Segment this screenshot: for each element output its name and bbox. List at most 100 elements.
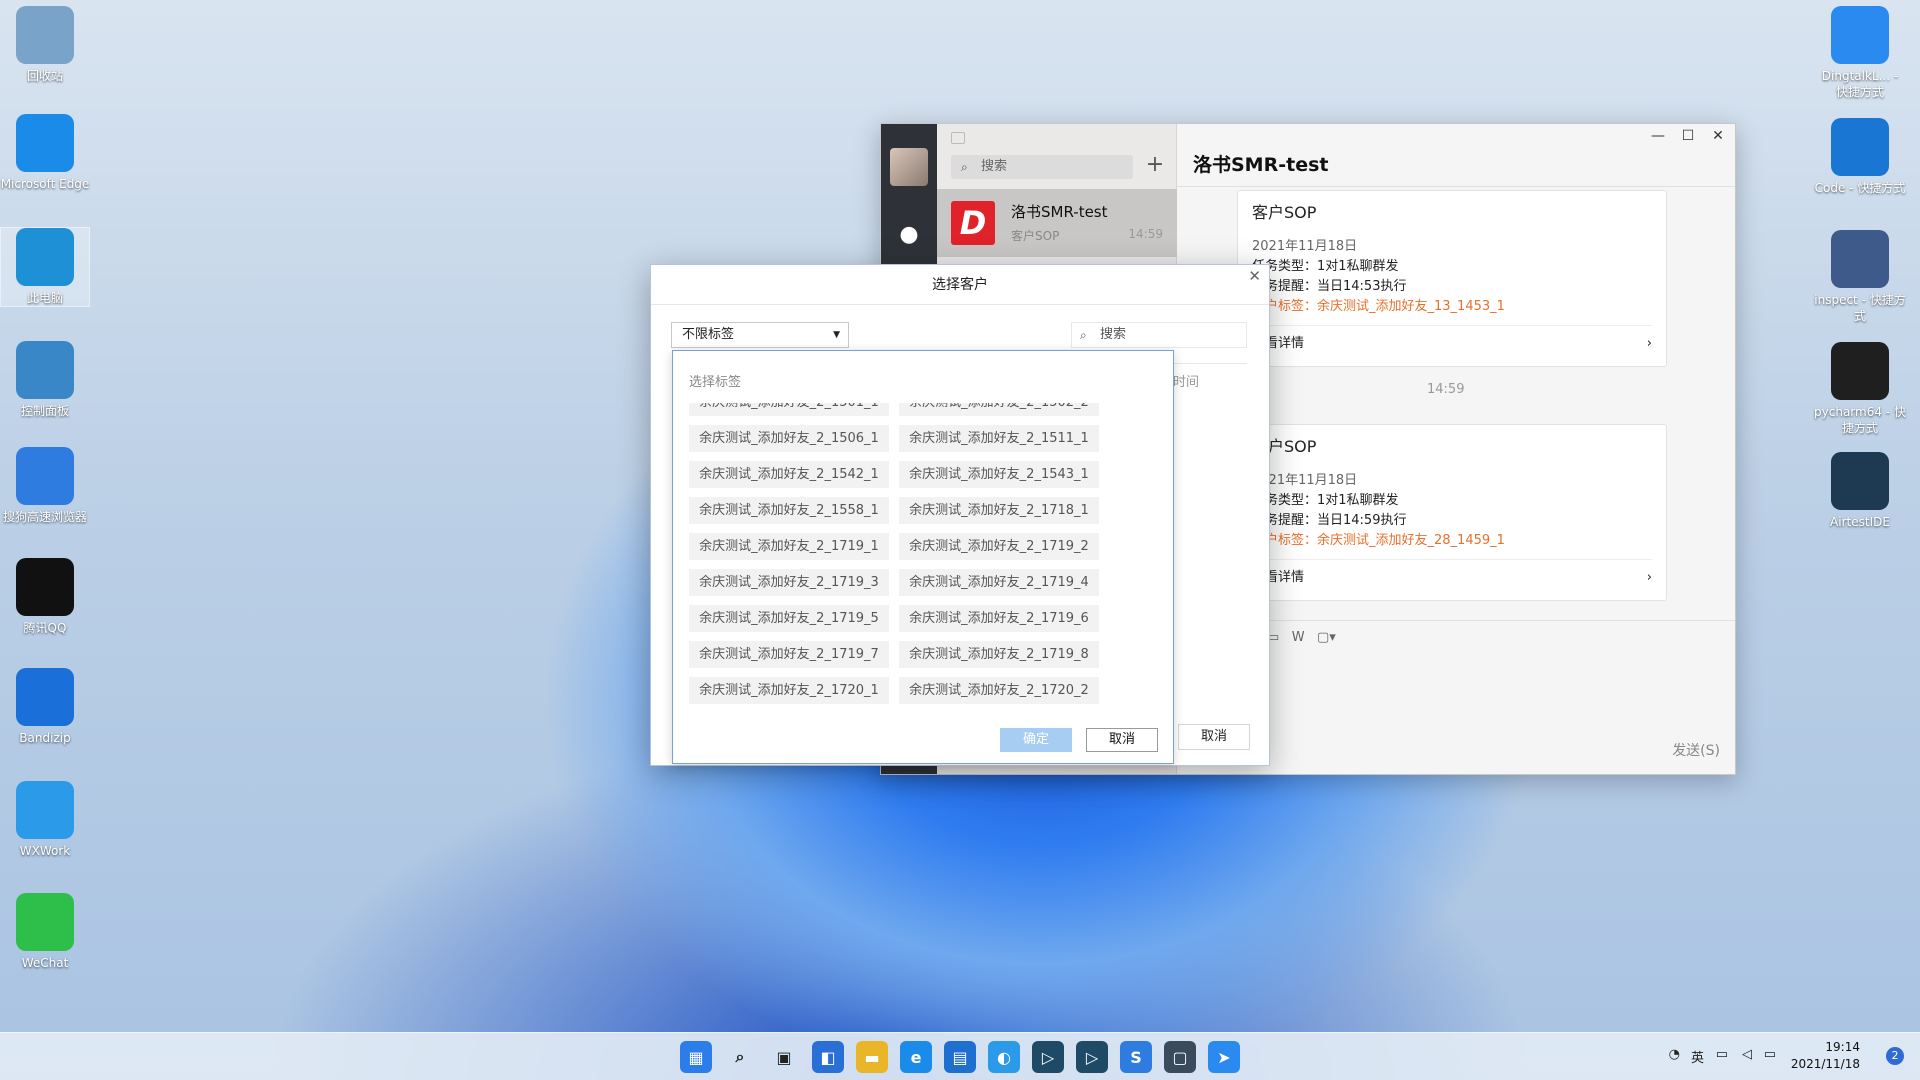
word-icon[interactable]: W [1292, 630, 1305, 645]
airtest-icon[interactable]: ▷ [1032, 1041, 1064, 1073]
tag-chip[interactable]: 余庆测试_添加好友_2_1511_1 [899, 425, 1099, 452]
folder-icon[interactable]: ▢▾ [1317, 630, 1336, 645]
desktop-icon[interactable]: Code - 快捷方式 [1814, 118, 1906, 196]
chat-avatar: D [951, 201, 995, 245]
chat-search-input[interactable]: ⌕ 搜索 [951, 155, 1133, 179]
volume-icon[interactable]: ◁ [1742, 1047, 1752, 1062]
desktop-icon-label: 搜狗高速浏览器 [2, 510, 87, 524]
wifi-icon[interactable]: ◔ [1669, 1047, 1680, 1062]
tag-chip[interactable]: 余庆测试_添加好友_2_1719_2 [899, 533, 1099, 560]
tag-chip[interactable]: 余庆测试_添加好友_2_1719_1 [689, 533, 889, 560]
tag-chip[interactable]: 余庆测试_添加好友_2_1719_3 [689, 569, 889, 596]
chat-bubble-icon[interactable]: ● [895, 222, 923, 250]
airtest-icon [1831, 452, 1889, 510]
chat-list-item[interactable]: D 洛书SMR-test 客户SOP 14:59 [937, 189, 1177, 257]
control-panel-icon [16, 341, 74, 399]
tag-row: 余庆测试_添加好友_2_1558_1 余庆测试_添加好友_2_1718_1 [689, 497, 1099, 524]
tag-chip[interactable]: 余庆测试_添加好友_2_1502_2 [899, 403, 1099, 416]
tag-chip[interactable]: 余庆测试_添加好友_2_1501_1 [689, 403, 889, 416]
confirm-button[interactable]: 确定 [1000, 728, 1072, 752]
send-button[interactable]: 发送(S) [1672, 740, 1720, 760]
tag-chip[interactable]: 余庆测试_添加好友_2_1719_5 [689, 605, 889, 632]
desktop-icon-label: inspect - 快捷方式 [1814, 293, 1906, 323]
tag-chip[interactable]: 余庆测试_添加好友_2_1506_1 [689, 425, 889, 452]
desktop-icon[interactable]: 控制面板 [0, 341, 90, 419]
battery-icon[interactable]: ▭ [1764, 1047, 1776, 1062]
file-explorer-icon[interactable]: ▬ [856, 1041, 888, 1073]
cancel-button[interactable]: 取消 [1086, 728, 1158, 752]
tag-chip[interactable]: 余庆测试_添加好友_2_1558_1 [689, 497, 889, 524]
add-button[interactable]: + [1143, 152, 1167, 177]
tag-row: 余庆测试_添加好友_2_1719_7 余庆测试_添加好友_2_1719_8 [689, 641, 1099, 668]
tag-chip[interactable]: 余庆测试_添加好友_2_1719_4 [899, 569, 1099, 596]
desktop-icon-label: 回收站 [26, 69, 63, 83]
maximize-button[interactable]: ☐ [1673, 128, 1703, 144]
task-view-icon[interactable]: ▣ [768, 1041, 800, 1073]
tag-chip[interactable]: 余庆测试_添加好友_2_1542_1 [689, 461, 889, 488]
tag-chip[interactable]: 余庆测试_添加好友_2_1718_1 [899, 497, 1099, 524]
pycharm-icon [1831, 342, 1889, 400]
desktop-icon-label: WeChat [21, 956, 69, 970]
desktop-icon-label: Code - 快捷方式 [1814, 181, 1906, 195]
desktop-icon[interactable]: WXWork [0, 781, 90, 859]
dingtalk-icon[interactable]: ➤ [1208, 1041, 1240, 1073]
minimize-button[interactable]: — [1643, 128, 1673, 144]
desktop-icon[interactable]: WeChat [0, 893, 90, 971]
wxwork-icon[interactable]: ◐ [988, 1041, 1020, 1073]
desktop-icon-label: Microsoft Edge [0, 177, 90, 191]
edge-icon[interactable]: e [900, 1041, 932, 1073]
view-detail-link[interactable]: 查看详情 › [1252, 325, 1652, 354]
desktop-icon[interactable]: Bandizip [0, 668, 90, 746]
tag-chip[interactable]: 余庆测试_添加好友_2_1719_6 [899, 605, 1099, 632]
clock[interactable]: 19:14 2021/11/18 [1791, 1039, 1860, 1073]
desktop-icon[interactable]: 腾讯QQ [0, 558, 90, 636]
desktop-icon-label: 腾讯QQ [23, 621, 67, 635]
desktop-icon[interactable]: DingtalkL... - 快捷方式 [1814, 6, 1906, 100]
desktop-icon-label: pycharm64 - 快捷方式 [1814, 405, 1906, 435]
tag-chip[interactable]: 余庆测试_添加好友_2_1720_2 [899, 677, 1099, 704]
tag-row: 余庆测试_添加好友_2_1501_1 余庆测试_添加好友_2_1502_2 [689, 403, 1099, 416]
terminal-icon[interactable]: ▢ [1164, 1041, 1196, 1073]
chat-last-message: 客户SOP [1011, 229, 1060, 243]
tag-filter-dropdown[interactable]: 不限标签 ▼ [671, 322, 849, 348]
sogou-icon[interactable]: S [1120, 1041, 1152, 1073]
airtest-icon[interactable]: ▷ [1076, 1041, 1108, 1073]
view-detail-link[interactable]: 查看详情 › [1252, 559, 1652, 588]
input-toolbar: ▭ W ▢▾ [1267, 630, 1336, 645]
store-icon[interactable]: ▤ [944, 1041, 976, 1073]
tag-chip[interactable]: 余庆测试_添加好友_2_1719_8 [899, 641, 1099, 668]
dialog-close-button[interactable]: ✕ [1248, 267, 1261, 285]
ime-indicator[interactable]: 英 [1691, 1047, 1704, 1066]
desktop-icon[interactable]: 此电脑 [0, 227, 90, 307]
search-icon: ⌕ [961, 160, 968, 174]
start-icon[interactable]: ▦ [680, 1041, 712, 1073]
edge-icon [16, 114, 74, 172]
search-icon[interactable]: ⌕ [724, 1041, 756, 1073]
sogou-browser-icon [16, 447, 74, 505]
caret-down-icon: ▼ [833, 330, 840, 340]
desktop-icon[interactable]: AirtestIDE [1814, 452, 1906, 530]
qq-icon [16, 558, 74, 616]
close-button[interactable]: ✕ [1703, 128, 1733, 144]
notification-badge[interactable]: 2 [1886, 1047, 1904, 1065]
user-avatar[interactable] [890, 148, 928, 186]
recycle-bin-icon [16, 6, 74, 64]
desktop-icon[interactable]: pycharm64 - 快捷方式 [1814, 342, 1906, 436]
wechat-icon [16, 893, 74, 951]
network-icon[interactable]: ▭ [1716, 1047, 1728, 1062]
message-time: 14:59 [1427, 382, 1465, 397]
desktop-icon[interactable]: 回收站 [0, 6, 90, 84]
customer-search-input[interactable]: ⌕ 搜索 [1071, 322, 1247, 348]
this-pc-icon [16, 228, 74, 286]
desktop-icon[interactable]: Microsoft Edge [0, 114, 90, 192]
desktop-icon[interactable]: 搜狗高速浏览器 [0, 447, 90, 525]
dialog-cancel-button[interactable]: 取消 [1178, 724, 1250, 750]
tag-chip[interactable]: 余庆测试_添加好友_2_1720_1 [689, 677, 889, 704]
widgets-icon[interactable]: ◧ [812, 1041, 844, 1073]
chat-name: 洛书SMR-test [1011, 203, 1108, 221]
tag-chip[interactable]: 余庆测试_添加好友_2_1543_1 [899, 461, 1099, 488]
desktop-icon-label: Bandizip [19, 731, 71, 745]
desktop-icon[interactable]: inspect - 快捷方式 [1814, 230, 1906, 324]
back-icon[interactable] [951, 132, 965, 144]
tag-chip[interactable]: 余庆测试_添加好友_2_1719_7 [689, 641, 889, 668]
